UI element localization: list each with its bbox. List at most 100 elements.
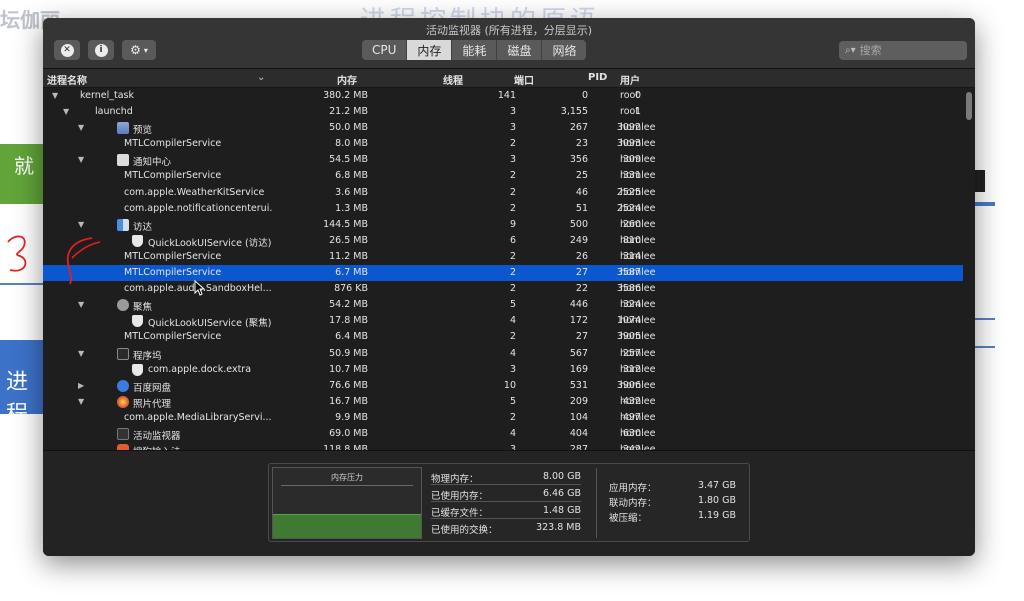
stat-value: 8.00 GB — [542, 471, 581, 482]
stop-process-button[interactable]: ✕ — [54, 40, 80, 60]
table-row[interactable]: ▼ 聚焦 54.2 MB 5 446 324 homlee — [43, 297, 963, 313]
table-row[interactable]: com.apple.MediaLibraryServi... 9.9 MB 2 104… — [43, 410, 963, 426]
memory-cell: 17.8 MB — [329, 315, 368, 327]
memory-stat-row: 已使用内存： 6.46 GB — [431, 485, 581, 502]
table-row[interactable]: MTLCompilerService 6.4 MB 2 27 3905 homlee — [43, 329, 963, 345]
table-row[interactable]: ▼ 通知中心 54.5 MB 3 356 309 homlee — [43, 152, 963, 168]
activity-monitor-window: 活动监视器 (所有进程，分层显示) ✕ i ⚙ ▾ CPU 内存 能耗 磁盘 网络 ⌕▾ … — [43, 18, 975, 556]
disclosure-expanded-icon[interactable]: ▼ — [78, 155, 84, 164]
process-name: 聚焦 — [133, 302, 153, 314]
ports-cell: 26 — [575, 250, 588, 262]
ports-cell: 46 — [575, 186, 588, 198]
spot-app-icon — [117, 299, 129, 312]
column-threads[interactable]: 线程 — [443, 72, 463, 87]
user-cell: homlee — [620, 283, 656, 295]
ports-cell: 404 — [569, 427, 588, 439]
memory-cell: 6.7 MB — [335, 267, 368, 279]
process-list[interactable]: ▼ kernel_task 380.2 MB 141 0 0 root ▼ launchd 21.… — [43, 88, 963, 455]
disclosure-expanded-icon[interactable]: ▼ — [78, 123, 84, 132]
table-row[interactable]: ▼ 照片代理 16.7 MB 5 209 432 homlee — [43, 394, 963, 410]
ports-cell: 0 — [581, 90, 588, 101]
process-name: 照片代理 — [133, 398, 172, 410]
column-ports[interactable]: 端口 — [514, 72, 534, 87]
memory-cell: 380.2 MB — [323, 90, 368, 101]
memory-cell: 50.9 MB — [329, 347, 368, 359]
table-row[interactable]: MTLCompilerService 6.8 MB 2 25 331 homlee — [43, 168, 963, 184]
mouse-cursor-icon — [194, 280, 206, 296]
memory-stat-row: 已缓存文件： 1.48 GB — [431, 502, 581, 519]
tab-0[interactable]: CPU — [362, 40, 408, 60]
user-cell: homlee — [620, 267, 656, 279]
threads-cell: 3 — [509, 106, 516, 118]
process-name: com.apple.notificationcenterui. — [124, 202, 273, 214]
table-row[interactable]: ▼ 访达 144.5 MB 9 500 260 homlee — [43, 217, 963, 233]
tab-2[interactable]: 能耗 — [452, 40, 498, 60]
threads-cell: 2 — [509, 331, 516, 343]
user-cell: homlee — [620, 379, 656, 391]
search-box[interactable]: ⌕▾ — [839, 41, 967, 60]
memory-footer: 内存压力 物理内存： 8.00 GB 已使用内存： 6.46 GB 已缓存文件： 1.48… — [43, 450, 975, 556]
table-row[interactable]: ▼ 预览 50.0 MB 3 267 3092 homlee — [43, 120, 963, 136]
ports-cell: 27 — [575, 267, 588, 279]
memory-cell: 1.3 MB — [335, 202, 368, 214]
memory-cell: 11.2 MB — [329, 250, 368, 262]
stat-label: 应用内存： — [609, 483, 657, 494]
memory-cell: 9.9 MB — [335, 411, 368, 423]
tab-3[interactable]: 磁盘 — [497, 40, 543, 60]
column-memory[interactable]: 内存 — [337, 72, 357, 87]
user-cell: homlee — [620, 170, 656, 182]
table-row[interactable]: MTLCompilerService 6.7 MB 2 27 3587 homlee — [43, 265, 963, 282]
table-row[interactable]: com.apple.WeatherKitService 3.6 MB 2 46 2525… — [43, 185, 963, 201]
user-cell: homlee — [620, 395, 656, 407]
ports-cell: 27 — [575, 331, 588, 343]
disclosure-expanded-icon[interactable]: ▼ — [78, 220, 84, 229]
column-name[interactable]: 进程名称 — [47, 72, 87, 87]
vertical-scrollbar[interactable] — [966, 92, 972, 120]
user-cell: homlee — [620, 138, 656, 150]
table-row[interactable]: com.apple.notificationcenterui. 1.3 MB 2 51… — [43, 201, 963, 217]
table-row[interactable]: MTLCompilerService 11.2 MB 2 26 314 homlee — [43, 249, 963, 265]
memory-cell: 6.4 MB — [335, 331, 368, 343]
tab-1[interactable]: 内存 — [407, 40, 453, 60]
search-input[interactable] — [859, 44, 950, 57]
search-icon: ⌕▾ — [845, 45, 856, 56]
slide-blue-label: 进程 — [0, 340, 48, 427]
disclosure-expanded-icon[interactable]: ▼ — [78, 397, 84, 406]
table-row[interactable]: ▶ 百度网盘 76.6 MB 10 531 3906 homlee — [43, 378, 963, 394]
disclosure-expanded-icon[interactable]: ▼ — [63, 107, 69, 116]
table-row[interactable]: QuickLookUIService (聚焦) 17.8 MB 4 172 1074 ho… — [43, 313, 963, 329]
threads-cell: 3 — [509, 122, 516, 134]
panel-divider — [596, 468, 597, 538]
shield-app-icon — [132, 315, 143, 328]
chevron-down-icon: ▾ — [143, 45, 148, 55]
user-cell: homlee — [620, 202, 656, 214]
table-row[interactable]: 活动监视器 69.0 MB 4 404 630 homlee — [43, 426, 963, 442]
user-cell: homlee — [620, 363, 656, 375]
memory-cell: 26.5 MB — [329, 234, 368, 246]
user-cell: homlee — [620, 347, 656, 359]
action-menu-button[interactable]: ⚙ ▾ — [122, 40, 156, 60]
table-row[interactable]: QuickLookUIService (访达) 26.5 MB 6 249 810 hom… — [43, 233, 963, 249]
shield-app-icon — [132, 234, 143, 247]
user-cell: homlee — [620, 186, 656, 198]
column-user[interactable]: 用户 — [620, 72, 640, 87]
inspect-process-button[interactable]: i — [88, 40, 114, 60]
table-row[interactable]: ▼ 程序坞 50.9 MB 4 567 257 homlee — [43, 346, 963, 362]
process-name: com.apple.MediaLibraryServi... — [124, 411, 272, 423]
memory-stat-row: 已使用的交换： 323.8 MB — [431, 519, 581, 536]
tab-4[interactable]: 网络 — [542, 40, 586, 60]
ports-cell: 22 — [575, 283, 588, 295]
disclosure-expanded-icon[interactable]: ▼ — [78, 300, 84, 309]
table-row[interactable]: MTLCompilerService 8.0 MB 2 23 3093 homlee — [43, 136, 963, 152]
table-row[interactable]: com.apple.dock.extra 10.7 MB 3 169 312 homlee — [43, 362, 963, 378]
table-row[interactable]: com.apple.audio.SandboxHel...876 KB22235… — [43, 281, 963, 297]
disclosure-collapsed-icon[interactable]: ▶ — [78, 381, 84, 390]
memory-pressure-label: 内存压力 — [331, 473, 363, 482]
table-row[interactable]: ▼ launchd 21.2 MB 3 3,155 1 root — [43, 104, 963, 120]
disclosure-expanded-icon[interactable]: ▼ — [52, 91, 58, 100]
stat-label: 被压缩： — [609, 513, 648, 524]
table-row[interactable]: ▼ kernel_task 380.2 MB 141 0 0 root — [43, 88, 963, 104]
chevron-down-icon[interactable]: ⌄ — [257, 72, 265, 83]
column-pid[interactable]: PID — [588, 72, 607, 83]
disclosure-expanded-icon[interactable]: ▼ — [78, 349, 84, 358]
